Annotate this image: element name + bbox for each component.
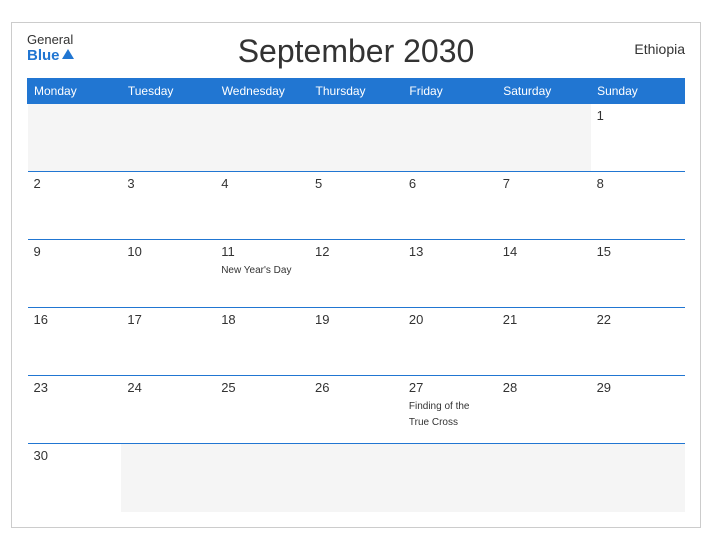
calendar-cell: 4: [215, 172, 309, 240]
calendar-cell: 1: [591, 104, 685, 172]
day-number: 15: [597, 244, 679, 259]
day-number: 12: [315, 244, 397, 259]
day-number: 8: [597, 176, 679, 191]
week-row-3: 9 10 11 New Year's Day 12 13 14 15: [28, 240, 685, 308]
day-number: 4: [221, 176, 303, 191]
calendar-cell: 11 New Year's Day: [215, 240, 309, 308]
week-row-2: 2345678: [28, 172, 685, 240]
day-number: 25: [221, 380, 303, 395]
brand-general-text: General: [27, 33, 74, 47]
calendar-cell: [309, 444, 403, 512]
day-number: 20: [409, 312, 491, 327]
calendar-cell: [28, 104, 122, 172]
calendar-header: General Blue September 2030 Ethiopia: [27, 33, 685, 70]
calendar-cell: 13: [403, 240, 497, 308]
calendar-cell: 23: [28, 376, 122, 444]
calendar-cell: 10: [121, 240, 215, 308]
calendar-cell: [497, 444, 591, 512]
calendar-cell: 15: [591, 240, 685, 308]
calendar-cell: [591, 444, 685, 512]
calendar-cell: 6: [403, 172, 497, 240]
calendar-cell: [497, 104, 591, 172]
brand-logo: General Blue: [27, 33, 74, 64]
day-number: 5: [315, 176, 397, 191]
day-number: 13: [409, 244, 491, 259]
calendar-cell: 26: [309, 376, 403, 444]
day-number: 22: [597, 312, 679, 327]
day-number: 9: [34, 244, 116, 259]
weekday-header-tuesday: Tuesday: [121, 79, 215, 104]
calendar-cell: [403, 444, 497, 512]
calendar-cell: 16: [28, 308, 122, 376]
week-row-5: 23 24 25 26 27 Finding of the True Cross 28 29: [28, 376, 685, 444]
brand-triangle-icon: [62, 49, 74, 59]
day-number: 14: [503, 244, 585, 259]
calendar-cell: 19: [309, 308, 403, 376]
calendar-cell: 3: [121, 172, 215, 240]
day-number: 10: [127, 244, 209, 259]
day-number: 17: [127, 312, 209, 327]
day-number: 18: [221, 312, 303, 327]
weekday-header-wednesday: Wednesday: [215, 79, 309, 104]
day-number: 27: [409, 380, 491, 395]
calendar-cell: 30: [28, 444, 122, 512]
brand-blue-text: Blue: [27, 48, 74, 65]
calendar-container: General Blue September 2030 Ethiopia Mon…: [11, 22, 701, 528]
calendar-cell: [403, 104, 497, 172]
calendar-cell: 28: [497, 376, 591, 444]
calendar-cell: 29: [591, 376, 685, 444]
day-number: 3: [127, 176, 209, 191]
day-number: 28: [503, 380, 585, 395]
calendar-cell: 5: [309, 172, 403, 240]
calendar-cell: 9: [28, 240, 122, 308]
calendar-title: September 2030: [238, 33, 475, 70]
day-number: 29: [597, 380, 679, 395]
calendar-cell: [121, 444, 215, 512]
calendar-cell: [215, 444, 309, 512]
day-number: 26: [315, 380, 397, 395]
calendar-cell: 21: [497, 308, 591, 376]
calendar-cell: 25: [215, 376, 309, 444]
day-number: 19: [315, 312, 397, 327]
weekday-header-row: MondayTuesdayWednesdayThursdayFridaySatu…: [28, 79, 685, 104]
calendar-cell: 20: [403, 308, 497, 376]
day-number: 1: [597, 108, 679, 123]
event-label: Finding of the True Cross: [409, 401, 470, 428]
day-number: 30: [34, 448, 116, 463]
day-number: 16: [34, 312, 116, 327]
week-row-1: 1: [28, 104, 685, 172]
day-number: 24: [127, 380, 209, 395]
week-row-6: 30: [28, 444, 685, 512]
calendar-cell: 14: [497, 240, 591, 308]
country-label: Ethiopia: [634, 41, 685, 57]
event-label: New Year's Day: [221, 265, 291, 276]
calendar-grid: MondayTuesdayWednesdayThursdayFridaySatu…: [27, 78, 685, 512]
calendar-cell: 24: [121, 376, 215, 444]
calendar-cell: [215, 104, 309, 172]
day-number: 11: [221, 244, 303, 259]
calendar-cell: 7: [497, 172, 591, 240]
weekday-header-friday: Friday: [403, 79, 497, 104]
calendar-cell: 18: [215, 308, 309, 376]
weekday-header-monday: Monday: [28, 79, 122, 104]
weekday-header-sunday: Sunday: [591, 79, 685, 104]
calendar-cell: 17: [121, 308, 215, 376]
calendar-cell: 27 Finding of the True Cross: [403, 376, 497, 444]
calendar-cell: [121, 104, 215, 172]
week-row-4: 16 17 18 19 20 21 22: [28, 308, 685, 376]
day-number: 21: [503, 312, 585, 327]
calendar-cell: 8: [591, 172, 685, 240]
weekday-header-saturday: Saturday: [497, 79, 591, 104]
day-number: 7: [503, 176, 585, 191]
day-number: 6: [409, 176, 491, 191]
calendar-cell: 12: [309, 240, 403, 308]
calendar-cell: [309, 104, 403, 172]
weekday-header-thursday: Thursday: [309, 79, 403, 104]
calendar-cell: 2: [28, 172, 122, 240]
day-number: 2: [34, 176, 116, 191]
day-number: 23: [34, 380, 116, 395]
calendar-cell: 22: [591, 308, 685, 376]
